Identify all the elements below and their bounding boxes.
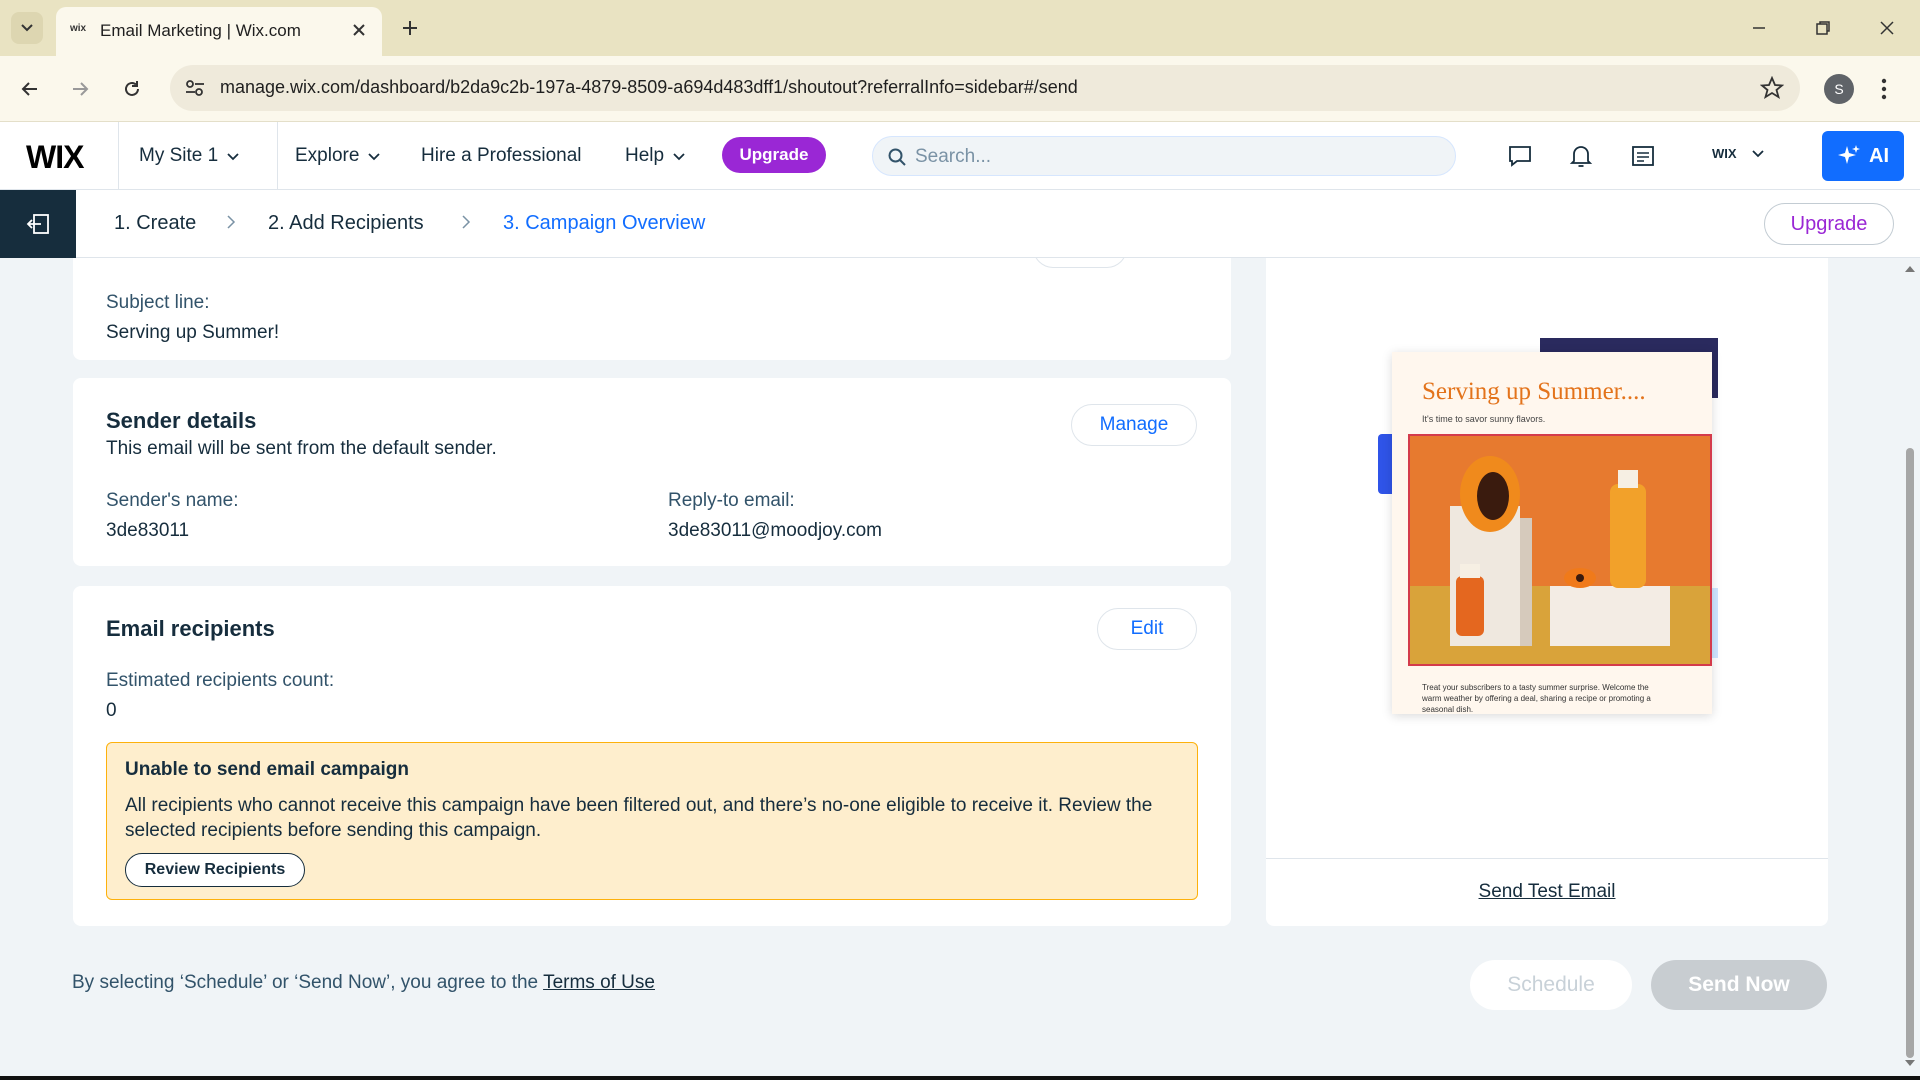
- tab-search-chevron-icon[interactable]: [11, 12, 43, 44]
- browser-menu-dots-icon[interactable]: [1874, 74, 1894, 104]
- sender-details-card: Sender details This email will be sent f…: [73, 378, 1231, 566]
- edit-subject-button-partial[interactable]: [1033, 258, 1127, 268]
- window-restore-icon[interactable]: [1808, 14, 1838, 42]
- subject-line-label: Subject line:: [106, 292, 210, 313]
- reply-to-label: Reply-to email:: [668, 490, 795, 511]
- terms-prefix: By selecting ‘Schedule’ or ‘Send Now’, y…: [72, 972, 539, 993]
- warning-body: All recipients who cannot receive this c…: [125, 795, 1153, 841]
- search-input[interactable]: [915, 143, 1415, 171]
- back-arrow-icon[interactable]: [14, 73, 46, 105]
- browser-address-bar: manage.wix.com/dashboard/b2da9c2b-197a-4…: [0, 56, 1920, 122]
- sender-details-description: This email will be sent from the default…: [106, 438, 497, 459]
- edit-recipients-button[interactable]: Edit: [1097, 608, 1197, 650]
- site-selector[interactable]: My Site 1: [139, 145, 240, 167]
- chevron-down-icon: [1751, 150, 1764, 158]
- notifications-bell-icon[interactable]: [1567, 142, 1595, 170]
- profile-avatar[interactable]: S: [1824, 74, 1854, 104]
- ai-assistant-label: AI: [1869, 144, 1889, 167]
- search-box: [872, 136, 1456, 176]
- sparkle-icon: [1838, 145, 1860, 164]
- terms-of-use-link[interactable]: Terms of Use: [543, 972, 655, 993]
- upgrade-button[interactable]: Upgrade: [722, 137, 826, 173]
- send-now-button[interactable]: Send Now: [1651, 960, 1827, 1010]
- ai-assistant-button[interactable]: AI: [1822, 131, 1904, 181]
- unable-to-send-warning: Unable to send email campaign All recipi…: [106, 742, 1198, 900]
- sender-name-label: Sender's name:: [106, 490, 239, 511]
- chevron-down-icon: [227, 152, 239, 160]
- email-preview-title: Serving up Summer....: [1422, 378, 1646, 405]
- new-tab-plus-icon[interactable]: [396, 14, 424, 42]
- scrollbar-thumb[interactable]: [1906, 448, 1914, 1058]
- subject-line-card: Subject line: Serving up Summer!: [73, 258, 1231, 360]
- browser-tab-active[interactable]: wix Email Marketing | Wix.com: [56, 7, 382, 56]
- wix-favicon-icon: wix: [70, 23, 87, 34]
- campaign-steps-bar: 1. Create 2. Add Recipients 3. Campaign …: [0, 190, 1920, 258]
- campaign-overview-main: Subject line: Serving up Summer! Sender …: [0, 258, 1900, 1080]
- site-info-tune-icon[interactable]: [184, 77, 206, 104]
- reload-icon[interactable]: [116, 73, 148, 105]
- browser-tab-bar: wix Email Marketing | Wix.com: [0, 0, 1920, 56]
- site-actions-icon[interactable]: [1629, 142, 1657, 170]
- step-create[interactable]: 1. Create: [114, 212, 196, 235]
- chat-icon[interactable]: [1506, 142, 1534, 170]
- window-close-icon[interactable]: [1872, 14, 1902, 42]
- chevron-right-icon: [461, 214, 471, 235]
- hire-professional-label: Hire a Professional: [421, 145, 582, 166]
- bottom-edge: [0, 1076, 1920, 1080]
- help-menu-label: Help: [625, 145, 665, 166]
- step-campaign-overview[interactable]: 3. Campaign Overview: [503, 212, 705, 235]
- window-minimize-icon[interactable]: [1744, 14, 1774, 42]
- search-icon: [887, 147, 907, 172]
- scroll-down-arrow-icon[interactable]: [1904, 1058, 1916, 1068]
- summer-drinks-illustration: [1410, 436, 1710, 664]
- url-omnibox[interactable]: manage.wix.com/dashboard/b2da9c2b-197a-4…: [170, 65, 1800, 111]
- site-selector-label: My Site 1: [139, 145, 219, 166]
- hire-professional-link[interactable]: Hire a Professional: [421, 145, 582, 167]
- review-recipients-button[interactable]: Review Recipients: [125, 853, 305, 887]
- account-label: WIX: [1712, 146, 1737, 161]
- step-add-recipients[interactable]: 2. Add Recipients: [268, 212, 424, 235]
- tab-close-icon[interactable]: [348, 19, 370, 41]
- terms-notice: By selecting ‘Schedule’ or ‘Send Now’, y…: [72, 972, 655, 994]
- wix-top-bar: WIX My Site 1 Explore Hire a Professiona…: [0, 122, 1920, 190]
- reply-to-value: 3de83011@moodjoy.com: [668, 520, 882, 541]
- url-text[interactable]: manage.wix.com/dashboard/b2da9c2b-197a-4…: [220, 77, 1078, 98]
- estimated-count-label: Estimated recipients count:: [106, 670, 335, 691]
- wix-logo[interactable]: WIX: [26, 139, 84, 176]
- bookmark-star-icon[interactable]: [1759, 75, 1785, 105]
- email-preview-subtitle: It's time to savor sunny flavors.: [1422, 414, 1546, 424]
- warning-title: Unable to send email campaign: [125, 759, 410, 780]
- sender-name-value: 3de83011: [106, 520, 190, 541]
- email-preview-footer: Treat your subscribers to a tasty summer…: [1422, 683, 1651, 714]
- page-scrollbar[interactable]: [1900, 258, 1920, 1080]
- send-test-email-link[interactable]: Send Test Email: [1266, 881, 1828, 903]
- email-preview-thumbnail[interactable]: Serving up Summer.... It's time to savor…: [1378, 338, 1718, 718]
- explore-menu[interactable]: Explore: [295, 145, 381, 167]
- header-divider: [118, 122, 119, 190]
- exit-arrow-icon: [26, 214, 49, 234]
- forward-arrow-icon[interactable]: [64, 73, 96, 105]
- explore-menu-label: Explore: [295, 145, 360, 166]
- browser-tab-title: Email Marketing | Wix.com: [100, 21, 301, 40]
- exit-campaign-button[interactable]: [0, 190, 76, 258]
- account-menu[interactable]: WIX: [1712, 146, 1765, 161]
- email-preview-panel: Serving up Summer.... It's time to savor…: [1266, 258, 1828, 926]
- chevron-down-icon: [368, 152, 381, 160]
- email-recipients-title: Email recipients: [106, 616, 275, 641]
- preview-divider: [1266, 858, 1828, 859]
- schedule-button[interactable]: Schedule: [1470, 960, 1632, 1010]
- upgrade-outline-button[interactable]: Upgrade: [1764, 203, 1894, 245]
- email-recipients-card: Email recipients Edit Estimated recipien…: [73, 586, 1231, 926]
- email-hero-image: [1408, 434, 1712, 666]
- chevron-down-icon: [673, 152, 685, 160]
- help-menu[interactable]: Help: [625, 145, 686, 167]
- header-divider: [277, 122, 278, 190]
- subject-line-value: Serving up Summer!: [106, 322, 280, 343]
- scroll-up-arrow-icon[interactable]: [1904, 264, 1916, 274]
- estimated-count-value: 0: [106, 700, 117, 721]
- sender-details-title: Sender details: [106, 408, 257, 433]
- email-template-card: Serving up Summer.... It's time to savor…: [1392, 352, 1712, 714]
- chevron-right-icon: [226, 214, 236, 235]
- manage-sender-button[interactable]: Manage: [1071, 404, 1197, 446]
